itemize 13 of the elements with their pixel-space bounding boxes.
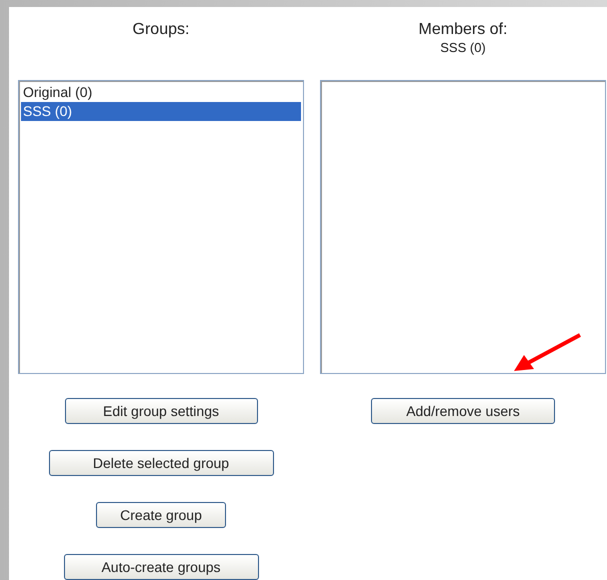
action-button[interactable]: Auto-create groups — [64, 554, 258, 580]
action-button[interactable]: Create group — [96, 502, 226, 528]
list-item[interactable]: SSS (0) — [21, 102, 301, 121]
groups-listbox[interactable]: Original (0) SSS (0) — [18, 80, 304, 374]
groups-heading: Groups: — [132, 20, 190, 39]
action-button[interactable]: Edit group settings — [64, 398, 258, 424]
action-button[interactable]: Delete selected group — [48, 450, 274, 476]
list-item[interactable]: Original (0) — [21, 83, 301, 102]
members-listbox[interactable] — [320, 80, 606, 374]
action-button[interactable]: Add/remove users — [371, 398, 555, 424]
members-subtitle: SSS (0) — [440, 40, 486, 56]
members-heading: Members of: — [418, 20, 508, 39]
arrow-icon — [512, 333, 582, 373]
